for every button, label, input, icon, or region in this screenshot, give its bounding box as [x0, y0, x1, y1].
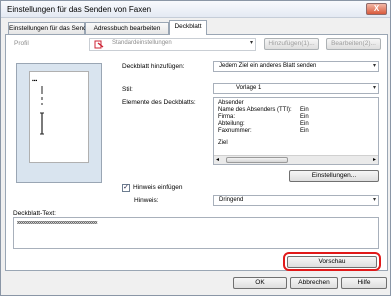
cover-add-value: Jedem Ziel ein anderes Blatt senden [219, 63, 317, 69]
hint-value: Dringend [219, 197, 244, 203]
cancel-button[interactable]: Abbrechen [290, 277, 338, 289]
profile-add-button[interactable]: Hinzufügen(1)... [264, 38, 319, 50]
list-item-value: Ein [300, 107, 309, 113]
list-item-value: Ein [300, 121, 309, 127]
horizontal-scrollbar[interactable]: ◂ ▸ [214, 155, 378, 164]
list-item-value: Ein [300, 128, 309, 134]
list-item: Ziel [218, 140, 228, 146]
chevron-down-icon: ▾ [372, 63, 376, 69]
profile-edit-button[interactable]: Bearbeiten(2)... [326, 38, 381, 50]
list-item: Abteilung: [218, 121, 245, 127]
chevron-down-icon: ▾ [372, 85, 376, 91]
list-item: Faxnummer: [218, 128, 252, 134]
style-label: Stil: [122, 86, 133, 93]
ok-button[interactable]: OK [233, 277, 287, 289]
elements-label: Elemente des Deckblatts: [122, 99, 196, 106]
preview-button[interactable]: Vorschau [287, 256, 377, 268]
tab-send-settings[interactable]: Einstellungen für das Senden [8, 22, 94, 34]
elements-settings-button[interactable]: Einstellungen... [289, 170, 379, 182]
list-item: Name des Absenders (TTI): [218, 107, 292, 113]
cover-add-select[interactable]: Jedem Ziel ein anderes Blatt senden ▾ [213, 61, 379, 72]
close-button[interactable]: X [366, 3, 387, 15]
preview-page-lines [40, 86, 44, 135]
scroll-right-icon[interactable]: ▸ [373, 156, 376, 163]
cover-preview-page: ▪▪▪ [29, 71, 89, 163]
elements-list[interactable]: Absender Name des Absenders (TTI): Ein F… [213, 97, 379, 165]
cover-text-input[interactable]: xxxxxxxxxxxxxxxxxxxxxxxxxxxxxxxxxxxxxxxx [13, 217, 379, 249]
hint-label: Hinweis: [134, 197, 159, 204]
dialog-window: Einstellungen für das Senden von Faxen X… [0, 0, 391, 296]
style-value: Vorlage 1 [236, 85, 262, 91]
profile-select: Standardeinstellungen ▾ [89, 38, 256, 51]
chevron-down-icon: ▾ [249, 40, 253, 46]
profile-icon [94, 40, 106, 49]
preview-page-mark: ▪▪▪ [32, 78, 38, 84]
hint-checkbox-label: Hinweis einfügen [133, 184, 183, 191]
profile-label: Profil [14, 40, 29, 47]
hint-select[interactable]: Dringend ▾ [213, 195, 379, 206]
list-item-value: Ein [300, 114, 309, 120]
tab-address-book[interactable]: Adressbuch bearbeiten [85, 22, 169, 34]
hint-checkbox[interactable]: ✓ [122, 184, 130, 192]
help-button[interactable]: Hilfe [341, 277, 387, 289]
profile-value: Standardeinstellungen [112, 40, 172, 46]
scrollbar-thumb[interactable] [226, 157, 288, 163]
list-item: Firma: [218, 114, 235, 120]
title-bar: Einstellungen für das Senden von Faxen X [1, 1, 390, 18]
tab-cover-page[interactable]: Deckblatt [169, 20, 207, 35]
chevron-down-icon: ▾ [372, 197, 376, 203]
cover-text-label: Deckblatt-Text: [13, 210, 56, 217]
scroll-left-icon[interactable]: ◂ [216, 156, 219, 163]
list-item: Absender [218, 100, 244, 106]
cover-add-label: Deckblatt hinzufügen: [122, 63, 185, 70]
window-title: Einstellungen für das Senden von Faxen [7, 5, 152, 14]
style-select[interactable]: Vorlage 1 ▾ [213, 83, 379, 94]
